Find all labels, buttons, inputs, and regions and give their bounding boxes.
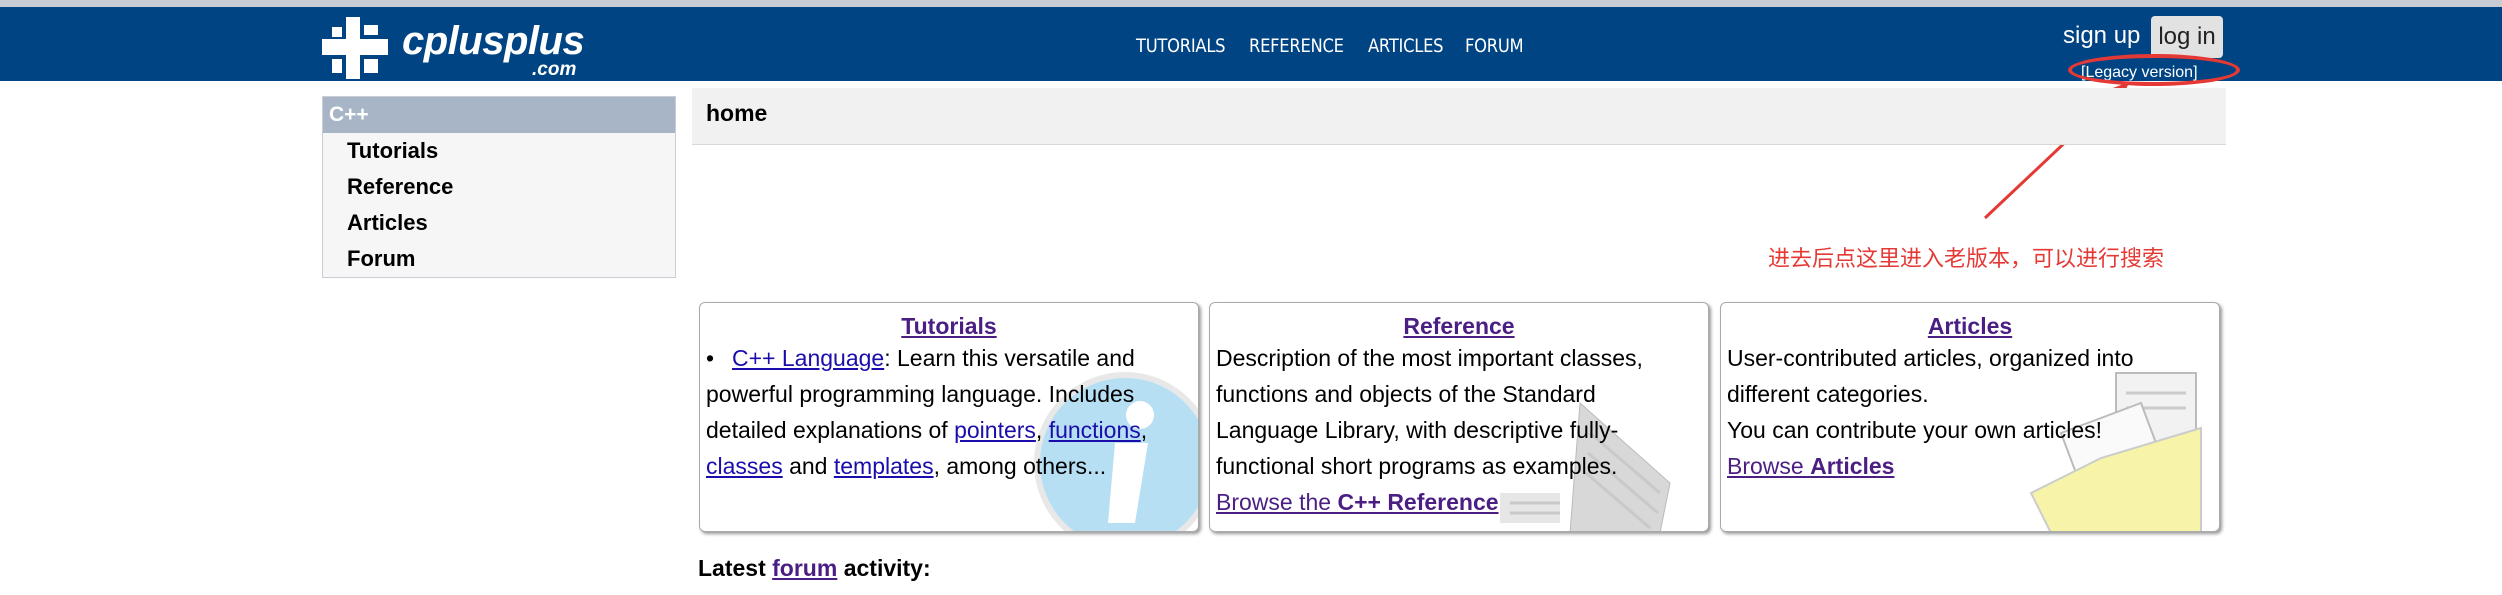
- reference-body: Description of the most important classe…: [1210, 340, 1708, 520]
- articles-contribute-text: You can contribute your own articles!: [1727, 417, 2103, 443]
- browse-prefix: Browse the: [1216, 489, 1338, 515]
- browse-articles-link[interactable]: Browse Articles: [1727, 453, 1894, 479]
- pointers-link[interactable]: pointers: [954, 417, 1036, 443]
- latest-suffix: activity:: [837, 555, 931, 581]
- browse-bold: C++ Reference: [1337, 489, 1499, 515]
- browse-reference-link[interactable]: Browse the C++ Reference: [1216, 489, 1499, 515]
- classes-link[interactable]: classes: [706, 453, 783, 479]
- annotation-text: 进去后点这里进入老版本，可以进行搜索: [1768, 247, 2165, 272]
- browse-bold: Articles: [1810, 453, 1895, 479]
- articles-box: Articles User-contributed articles, orga…: [1720, 302, 2220, 532]
- reference-box: Reference Description of the most import…: [1209, 302, 1709, 532]
- sidebar: C++ Tutorials Reference Articles Forum: [322, 96, 676, 278]
- latest-forum-heading: Latest forum activity:: [698, 555, 931, 582]
- tutorials-box: Tutorials • C++ Language: Learn this vers…: [699, 302, 1199, 532]
- articles-body: User-contributed articles, organized int…: [1721, 340, 2219, 484]
- latest-prefix: Latest: [698, 555, 773, 581]
- sidebar-title[interactable]: C++: [323, 97, 675, 133]
- sidebar-item-reference[interactable]: Reference: [323, 169, 675, 205]
- functions-link[interactable]: functions: [1049, 417, 1141, 443]
- sidebar-item-articles[interactable]: Articles: [323, 205, 675, 241]
- separator: ,: [1140, 417, 1148, 443]
- browse-prefix: Browse: [1727, 453, 1811, 479]
- sidebar-item-forum[interactable]: Forum: [323, 241, 675, 277]
- forum-link[interactable]: forum: [772, 555, 837, 581]
- tutorials-text-end: , among others...: [933, 453, 1107, 479]
- reference-text: Description of the most important classe…: [1216, 345, 1643, 479]
- separator: ,: [1035, 417, 1049, 443]
- sidebar-item-tutorials[interactable]: Tutorials: [323, 133, 675, 169]
- cpp-language-link[interactable]: C++ Language: [732, 345, 884, 371]
- articles-text: User-contributed articles, organized int…: [1727, 345, 2134, 407]
- tutorials-body: • C++ Language: Learn this versatile and …: [706, 345, 1148, 479]
- content-header: home: [692, 88, 2226, 145]
- articles-title-link[interactable]: Articles: [1928, 313, 2012, 339]
- and-text: and: [782, 453, 834, 479]
- page-title: home: [706, 100, 768, 126]
- tutorials-title-link[interactable]: Tutorials: [901, 313, 996, 339]
- templates-link[interactable]: templates: [834, 453, 934, 479]
- reference-title-link[interactable]: Reference: [1403, 313, 1514, 339]
